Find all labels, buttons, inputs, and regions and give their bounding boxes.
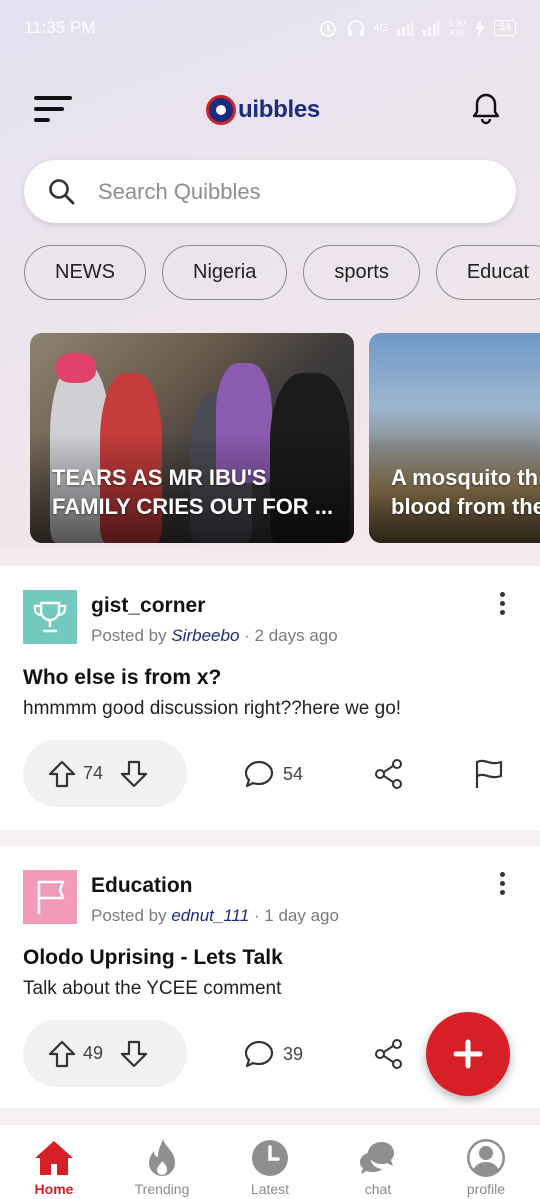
post-author[interactable]: ednut_111 <box>171 906 249 925</box>
upvote-icon[interactable] <box>47 1039 77 1069</box>
flame-icon <box>149 1139 175 1176</box>
post-time: · 1 day ago <box>249 906 339 925</box>
story-card[interactable]: TEARS AS MR IBU'S FAMILY CRIES OUT FOR .… <box>30 333 354 543</box>
post-body: hmmmm good discussion right??here we go! <box>23 698 402 719</box>
comment-icon <box>244 1040 274 1068</box>
search-input[interactable] <box>98 178 458 205</box>
share-icon <box>375 759 402 789</box>
category-chips: NEWS Nigeria sports Educat <box>24 245 540 301</box>
bell-icon[interactable] <box>470 92 502 126</box>
more-options-button[interactable] <box>494 872 510 902</box>
bottom-navigation: Home Trending Latest chat profile <box>0 1124 540 1199</box>
post-meta: Posted by ednut_111 · 1 day ago <box>91 906 339 926</box>
chip-news[interactable]: NEWS <box>24 245 146 300</box>
share-button[interactable] <box>374 758 404 790</box>
nav-trending[interactable]: Trending <box>108 1125 216 1199</box>
trophy-icon <box>33 601 67 633</box>
home-icon <box>35 1141 73 1175</box>
nav-chat[interactable]: chat <box>324 1125 432 1199</box>
comment-icon <box>244 760 274 788</box>
story-title: TEARS AS MR IBU'S FAMILY CRIES OUT FOR .… <box>52 465 334 519</box>
status-icons: 4G 1.90 K/S 54 <box>318 18 516 38</box>
posted-by-label: Posted by <box>91 626 167 645</box>
upvote-count: 49 <box>83 1043 104 1063</box>
vote-controls: 74 <box>23 740 187 807</box>
chat-icon <box>360 1142 394 1174</box>
upvote-icon[interactable] <box>47 759 77 789</box>
nav-profile[interactable]: profile <box>432 1125 540 1199</box>
story-image-figure <box>56 353 96 383</box>
charging-icon <box>474 19 485 37</box>
nav-label: profile <box>466 1181 506 1197</box>
post-author[interactable]: Sirbeebo <box>171 626 239 645</box>
share-icon <box>375 1039 402 1069</box>
more-icon <box>499 872 505 877</box>
profile-icon <box>467 1139 505 1177</box>
post-title[interactable]: Olodo Uprising - Lets Talk <box>23 946 283 970</box>
search-bar[interactable] <box>24 160 516 223</box>
network-speed: 1.90 K/S <box>448 18 466 38</box>
story-card[interactable]: A mosquito th blood from the <box>369 333 540 543</box>
chip-sports[interactable]: sports <box>303 245 420 300</box>
community-name[interactable]: Education <box>91 874 193 898</box>
nav-home[interactable]: Home <box>0 1125 108 1199</box>
nav-label: Trending <box>134 1181 190 1197</box>
app-logo: uibbles <box>206 90 320 130</box>
comment-count: 39 <box>283 1043 304 1064</box>
plus-icon <box>453 1039 483 1069</box>
nav-label: Home <box>34 1181 74 1197</box>
downvote-icon[interactable] <box>119 1039 149 1069</box>
logo-text: uibbles <box>238 96 320 123</box>
signal-icon-2 <box>423 21 440 36</box>
headphones-icon <box>347 20 364 36</box>
community-avatar <box>23 870 77 924</box>
more-icon <box>499 592 505 597</box>
comment-count: 54 <box>283 763 304 784</box>
upvote-count: 74 <box>83 763 104 783</box>
more-options-button[interactable] <box>494 592 510 622</box>
network-type: 4G <box>373 22 389 34</box>
post-body: Talk about the YCEE comment <box>23 978 282 999</box>
chip-nigeria[interactable]: Nigeria <box>162 245 288 300</box>
section-divider <box>0 1108 540 1124</box>
nav-label: chat <box>364 1181 392 1197</box>
nav-latest[interactable]: Latest <box>216 1125 324 1199</box>
flag-icon <box>37 880 65 914</box>
alarm-icon <box>319 21 336 37</box>
menu-icon-bar <box>34 118 50 122</box>
post-time: · 2 days ago <box>239 626 338 645</box>
status-time: 11:35 PM <box>24 18 96 37</box>
menu-icon-bar <box>34 107 64 111</box>
create-post-button[interactable] <box>426 1012 510 1096</box>
community-name[interactable]: gist_corner <box>91 594 205 618</box>
vote-controls: 49 <box>23 1020 187 1087</box>
community-avatar <box>23 590 77 644</box>
comments-button[interactable]: 39 <box>243 1038 303 1070</box>
featured-stories: TEARS AS MR IBU'S FAMILY CRIES OUT FOR .… <box>30 333 540 543</box>
section-divider <box>0 830 540 846</box>
menu-button[interactable] <box>34 94 74 124</box>
post-card[interactable]: gist_corner Posted by Sirbeebo · 2 days … <box>0 566 540 830</box>
flag-icon <box>475 759 503 788</box>
share-button[interactable] <box>374 1038 404 1070</box>
signal-icon <box>397 21 414 36</box>
menu-icon <box>34 96 72 100</box>
status-bar: 11:35 PM 4G 1.90 K/S 54 <box>0 0 540 56</box>
logo-icon <box>206 95 236 125</box>
section-divider <box>0 550 540 566</box>
downvote-icon[interactable] <box>119 759 149 789</box>
clock-icon <box>252 1140 288 1176</box>
battery-level: 54 <box>493 20 516 36</box>
report-button[interactable] <box>474 758 504 790</box>
post-meta: Posted by Sirbeebo · 2 days ago <box>91 626 338 646</box>
nav-label: Latest <box>250 1181 290 1197</box>
posted-by-label: Posted by <box>91 906 167 925</box>
post-title[interactable]: Who else is from x? <box>23 666 221 690</box>
story-title: A mosquito th blood from the <box>391 465 540 519</box>
comments-button[interactable]: 54 <box>243 758 303 790</box>
app-header: uibbles <box>0 78 540 140</box>
search-icon <box>49 178 75 204</box>
chip-education[interactable]: Educat <box>435 245 540 300</box>
